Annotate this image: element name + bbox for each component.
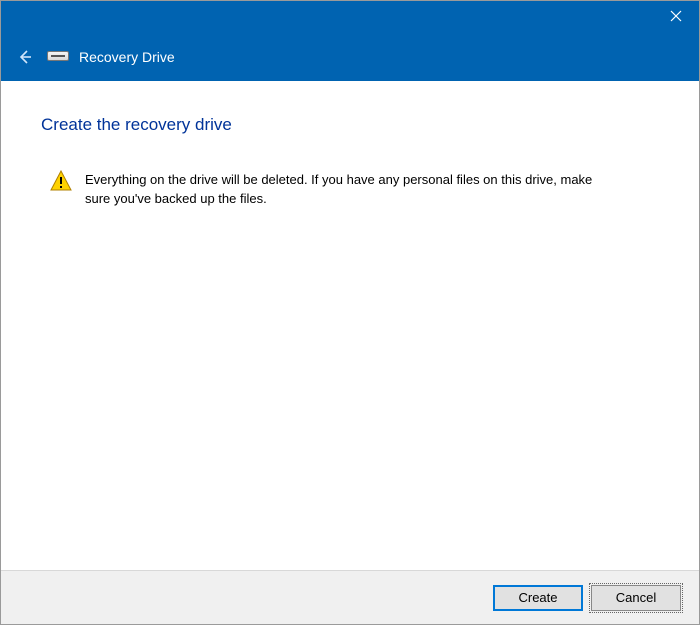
warning-message: Everything on the drive will be deleted.…	[41, 171, 659, 209]
warning-text: Everything on the drive will be deleted.…	[85, 171, 619, 209]
close-icon	[670, 10, 682, 22]
page-title: Create the recovery drive	[41, 115, 659, 135]
content-area: Create the recovery drive Everything on …	[1, 81, 699, 570]
footer-bar: Create Cancel	[1, 570, 699, 624]
warning-icon	[49, 169, 73, 193]
back-button[interactable]	[13, 45, 37, 69]
close-button[interactable]	[653, 1, 699, 31]
header-title: Recovery Drive	[79, 49, 175, 65]
titlebar	[1, 1, 699, 33]
header-bar: Recovery Drive	[1, 33, 699, 81]
create-button[interactable]: Create	[493, 585, 583, 611]
wizard-window: Recovery Drive Create the recovery drive…	[0, 0, 700, 625]
back-arrow-icon	[17, 49, 33, 65]
drive-icon	[47, 49, 69, 65]
cancel-button[interactable]: Cancel	[591, 585, 681, 611]
